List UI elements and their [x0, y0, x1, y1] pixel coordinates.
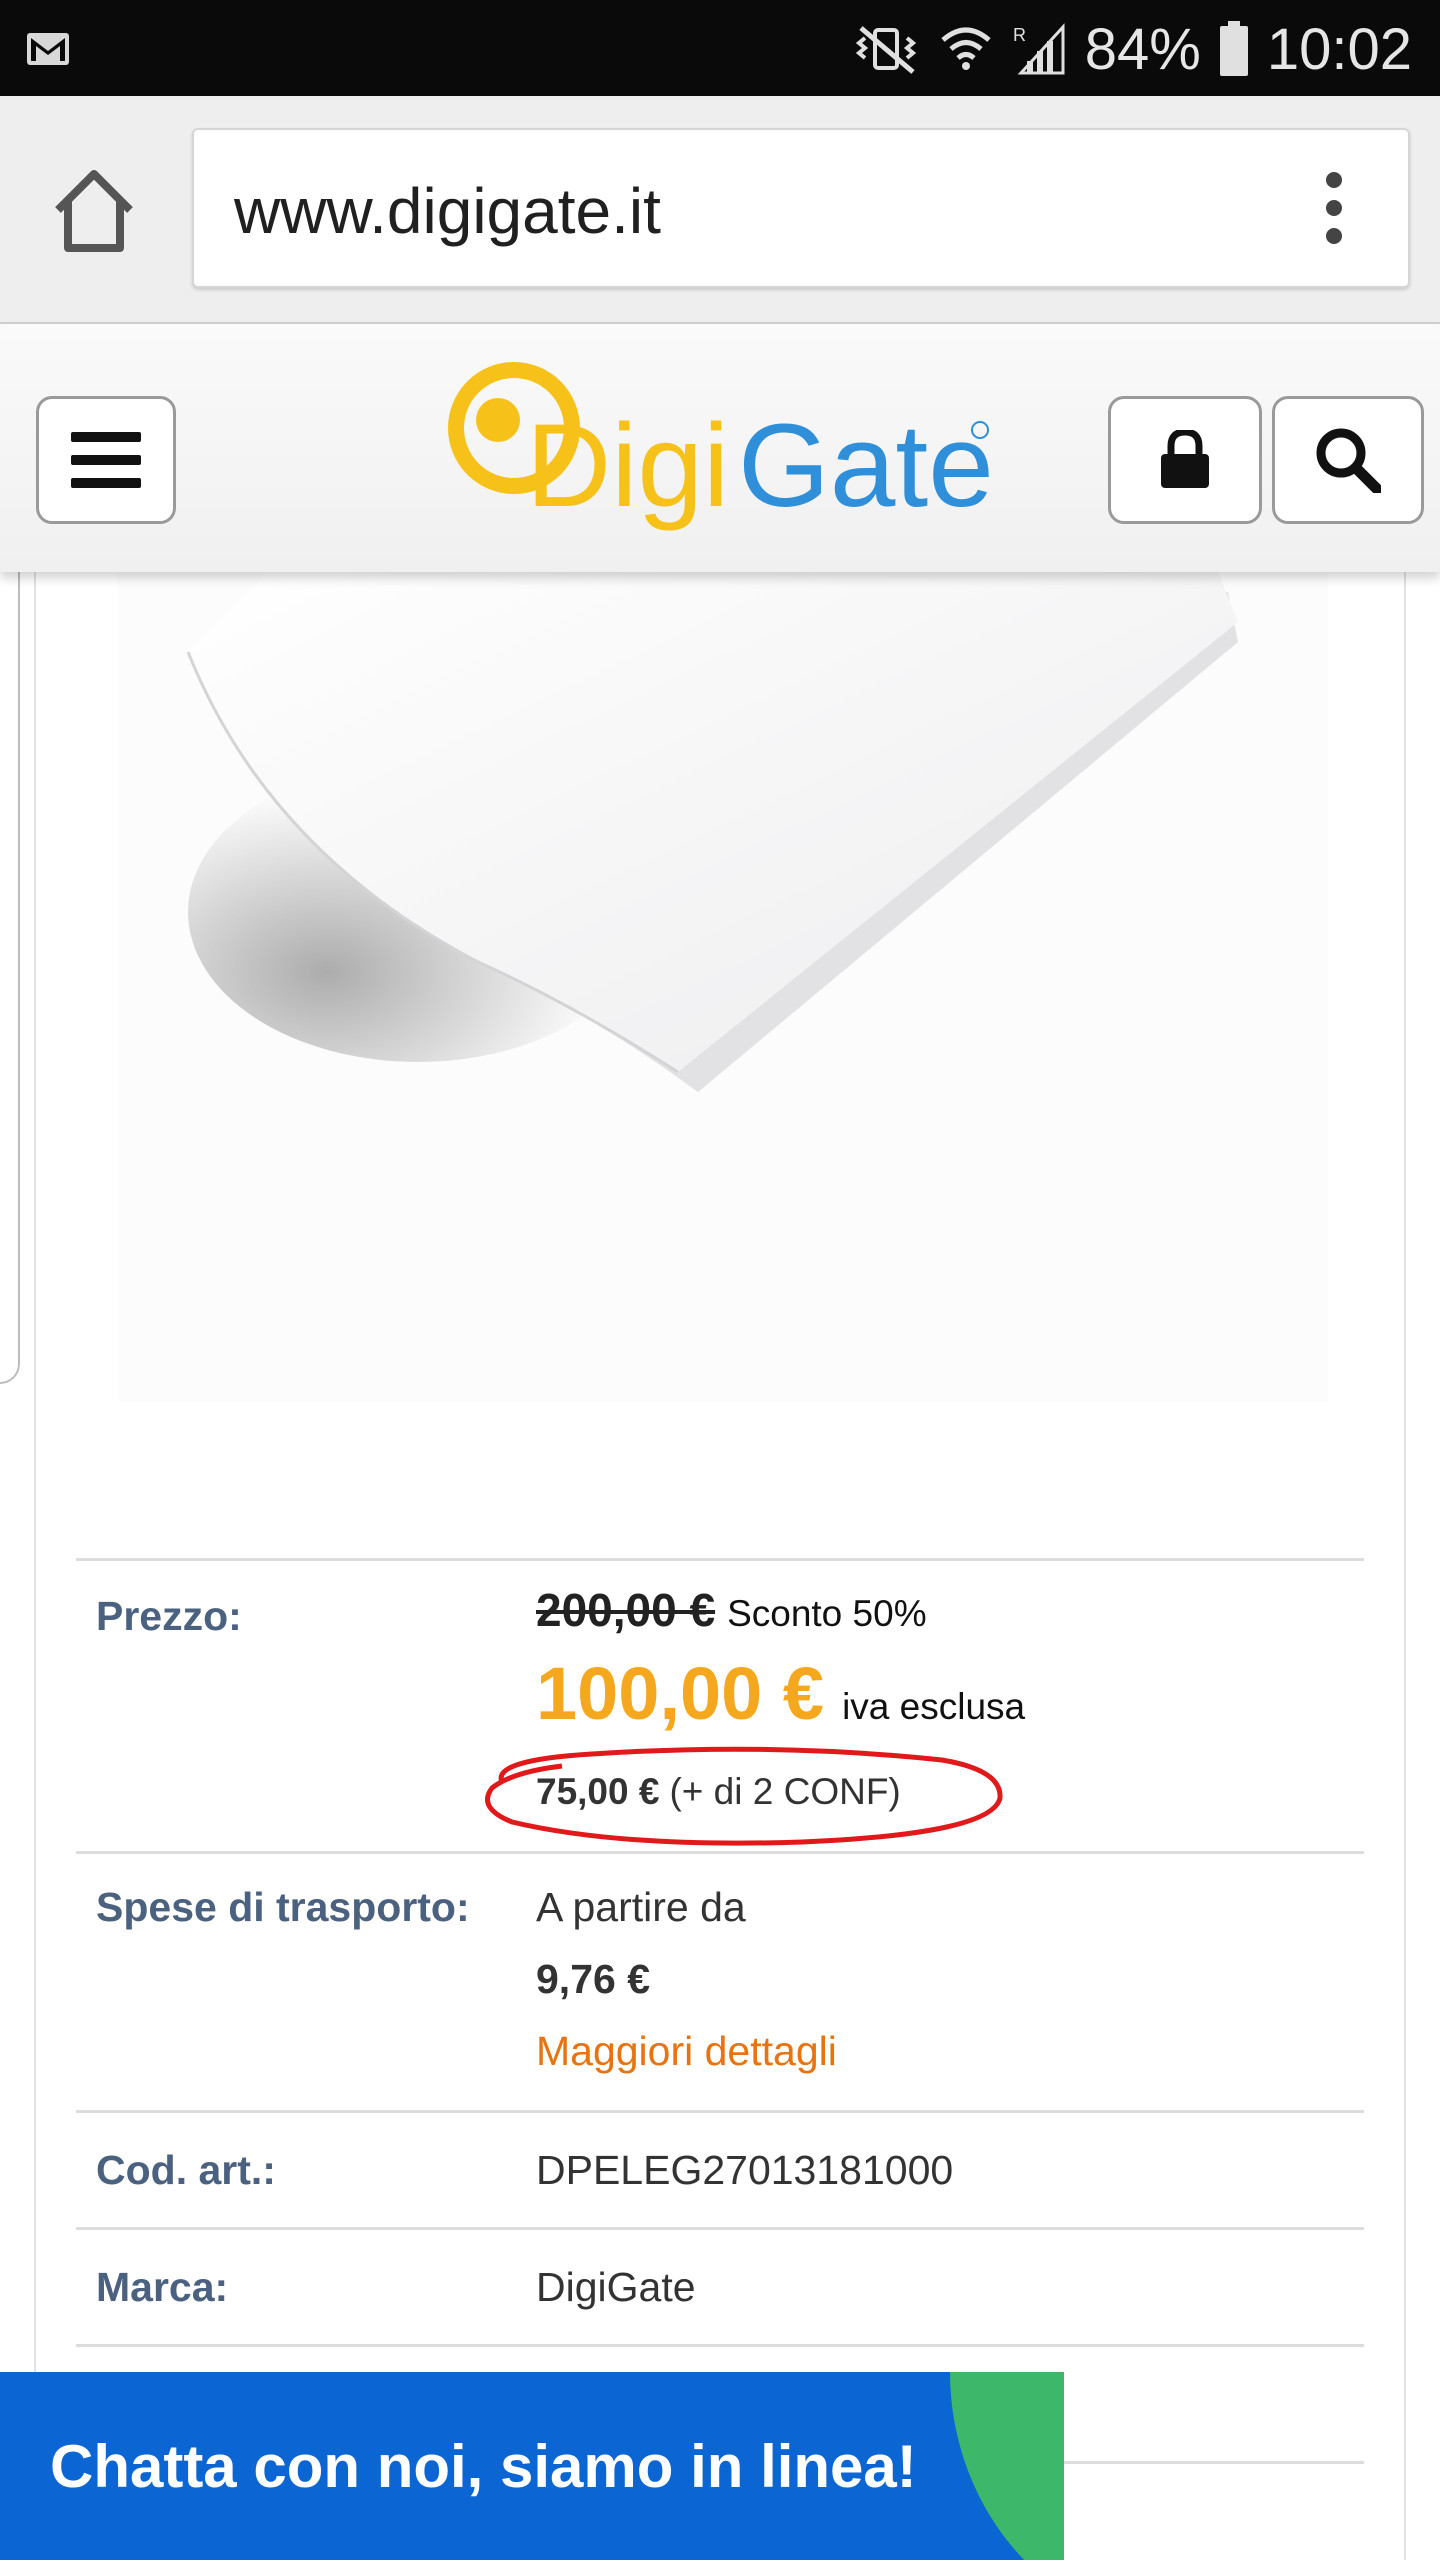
side-panel-edge	[0, 480, 20, 1384]
code-row: Cod. art.: DPELEG27013181000	[76, 2110, 1364, 2227]
shipping-from: A partire da	[536, 1884, 746, 1930]
chat-green-accent	[950, 2372, 1064, 2560]
search-button[interactable]	[1272, 396, 1424, 524]
svg-text:R: R	[1013, 25, 1026, 45]
svg-text:Digi: Digi	[526, 400, 729, 532]
battery-icon	[1219, 21, 1248, 76]
browser-toolbar: www.digigate.it	[0, 96, 1440, 325]
site-header: Digi Gate	[0, 324, 1440, 572]
digigate-logo[interactable]: Digi Gate	[448, 358, 1008, 538]
vat-note: iva esclusa	[842, 1686, 1026, 1727]
hamburger-icon	[71, 432, 141, 488]
vibrate-mute-icon	[855, 26, 916, 74]
product-details-table: Prezzo: 200,00 € Sconto 50% 100,00 € iva e…	[76, 1558, 1364, 2474]
shipping-price: 9,76 €	[536, 1956, 650, 2002]
shipping-details-link[interactable]: Maggiori dettagli	[536, 2028, 837, 2075]
shipping-label: Spese di trasporto:	[96, 1884, 470, 1930]
address-bar[interactable]: www.digigate.it	[192, 128, 1410, 288]
home-icon[interactable]	[48, 166, 140, 256]
clock: 10:02	[1266, 16, 1412, 82]
code-value: DPELEG27013181000	[536, 2147, 954, 2193]
shipping-row: Spese di trasporto: A partire da 9,76 € …	[76, 1851, 1364, 2110]
product-image	[118, 572, 1328, 1402]
brand-label: Marca:	[96, 2264, 229, 2310]
old-price: 200,00 €	[536, 1584, 716, 1636]
red-annotation-circle	[485, 1746, 1003, 1846]
paper-sheets-image	[186, 572, 1238, 1092]
price-label: Prezzo:	[96, 1593, 242, 1639]
chat-banner[interactable]: Chatta con noi, siamo in linea!	[0, 2372, 1064, 2560]
wifi-icon	[941, 27, 991, 70]
menu-button[interactable]	[36, 396, 176, 524]
brand-value: DigiGate	[536, 2264, 696, 2310]
price-line-old: 200,00 € Sconto 50%	[536, 1583, 927, 1637]
brand-row: Marca: DigiGate	[76, 2227, 1364, 2344]
discount-text: Sconto 50%	[727, 1593, 927, 1634]
lock-icon	[1161, 430, 1209, 488]
battery-percent: 84%	[1084, 16, 1201, 82]
login-button[interactable]	[1108, 396, 1262, 524]
gmail-icon	[27, 33, 69, 65]
more-menu-icon[interactable]	[1324, 170, 1344, 246]
code-label: Cod. art.:	[96, 2147, 276, 2193]
current-price: 100,00 €	[536, 1652, 825, 1735]
search-icon	[1316, 428, 1381, 493]
svg-text:Gate: Gate	[738, 400, 994, 532]
price-line-current: 100,00 € iva esclusa	[536, 1651, 1025, 1736]
url-text: www.digigate.it	[234, 175, 661, 247]
chat-label: Chatta con noi, siamo in linea!	[50, 2433, 917, 2500]
signal-icon: R	[1013, 23, 1065, 75]
status-bar: R 84% 10:02	[0, 0, 1440, 96]
